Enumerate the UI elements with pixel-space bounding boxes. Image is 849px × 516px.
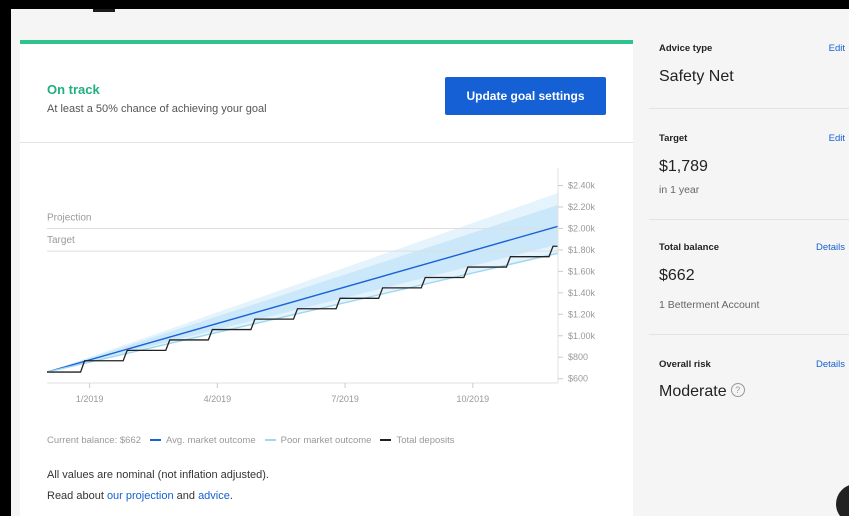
y-tick-label: $2.00k — [568, 223, 596, 233]
band-inner — [47, 204, 558, 373]
overall-risk-row: Moderate? — [659, 383, 745, 401]
series-1 — [46, 252, 559, 373]
status-title: On track — [47, 82, 100, 97]
top-indicator — [93, 9, 115, 12]
sidebar-divider — [649, 219, 849, 220]
y-tick-label: $1.80k — [568, 245, 596, 255]
suffix-text: . — [229, 490, 233, 502]
x-tick-label: 1/2019 — [76, 394, 104, 404]
help-icon[interactable]: ? — [730, 383, 745, 397]
legend-poor: Poor market outcome — [280, 435, 372, 446]
series — [46, 225, 559, 373]
x-tick-label: 7/2019 — [331, 394, 359, 404]
y-axis: $600 $800 $1.00k $1.20k $1.40k $1.60k $1.80k $2… — [557, 168, 596, 384]
series-0 — [46, 225, 559, 373]
page: On track At least a 50% chance of achiev… — [11, 9, 849, 516]
update-goal-settings-button[interactable]: Update goal settings — [445, 77, 606, 115]
ref-label-projection: Projection — [47, 212, 91, 223]
y-tick-label: $600 — [568, 374, 588, 384]
legend-deposits-swatch — [380, 438, 392, 441]
advice-type-value: Safety Net — [659, 68, 734, 85]
x-tick-label: 4/2019 — [204, 394, 232, 404]
account-count: 1 Betterment Account — [659, 299, 760, 311]
advice-type-label: Advice type — [659, 43, 713, 54]
y-tick-label: $2.20k — [568, 202, 596, 212]
overall-risk-details-link[interactable]: Details — [816, 359, 845, 370]
bands — [47, 193, 558, 373]
y-tick-label: $2.40k — [568, 181, 596, 191]
overall-risk-label: Overall risk — [659, 359, 711, 370]
advice-type-edit-link[interactable]: Edit — [829, 43, 845, 54]
advice-link[interactable]: advice — [198, 490, 230, 502]
target-label: Target — [659, 133, 688, 144]
y-tick-label: $1.60k — [568, 266, 596, 276]
y-tick-label: $1.40k — [568, 288, 596, 298]
chat-bubble-button[interactable] — [836, 484, 849, 516]
legend-current-balance: Current balance: $662 — [47, 435, 142, 446]
sidebar-divider — [649, 108, 849, 109]
total-balance-details-link[interactable]: Details — [816, 242, 845, 253]
goal-card: On track At least a 50% chance of achiev… — [20, 40, 633, 516]
y-tick-label: $800 — [568, 352, 588, 362]
projection-link[interactable]: our projection — [107, 490, 174, 502]
projection-chart: Projection Target $600 $800 $1.00k $1.20k $1.… — [46, 168, 596, 404]
y-tick-label: $1.20k — [568, 309, 596, 319]
total-balance-value: $662 — [659, 267, 695, 284]
target-edit-link[interactable]: Edit — [829, 133, 845, 144]
y-tick-label: $1.00k — [568, 331, 596, 341]
and-text: and — [173, 490, 199, 502]
sidebar-divider — [649, 334, 849, 335]
x-tick-label: 10/2019 — [457, 394, 490, 404]
overall-risk-value: Moderate — [659, 383, 727, 400]
legend-poor-swatch — [264, 438, 276, 441]
status-description: At least a 50% chance of achieving your … — [47, 103, 267, 115]
legend-deposits: Total deposits — [396, 435, 455, 446]
x-axis: 1/2019 4/2019 7/2019 10/2019 — [47, 382, 558, 404]
target-value: $1,789 — [659, 158, 708, 175]
legend-avg: Avg. market outcome — [166, 435, 256, 446]
nominal-note: All values are nominal (not inflation ad… — [47, 469, 269, 481]
read-about-text: Read about our projection and advice. — [47, 490, 233, 502]
target-timeframe: in 1 year — [659, 184, 700, 196]
band-outer — [47, 193, 558, 373]
legend-avg-swatch — [150, 438, 162, 441]
read-prefix: Read about — [47, 490, 107, 502]
chart-legend: Current balance: $662 Avg. market outcome… — [47, 435, 455, 446]
total-balance-label: Total balance — [659, 242, 720, 253]
ref-label-target: Target — [47, 235, 75, 246]
